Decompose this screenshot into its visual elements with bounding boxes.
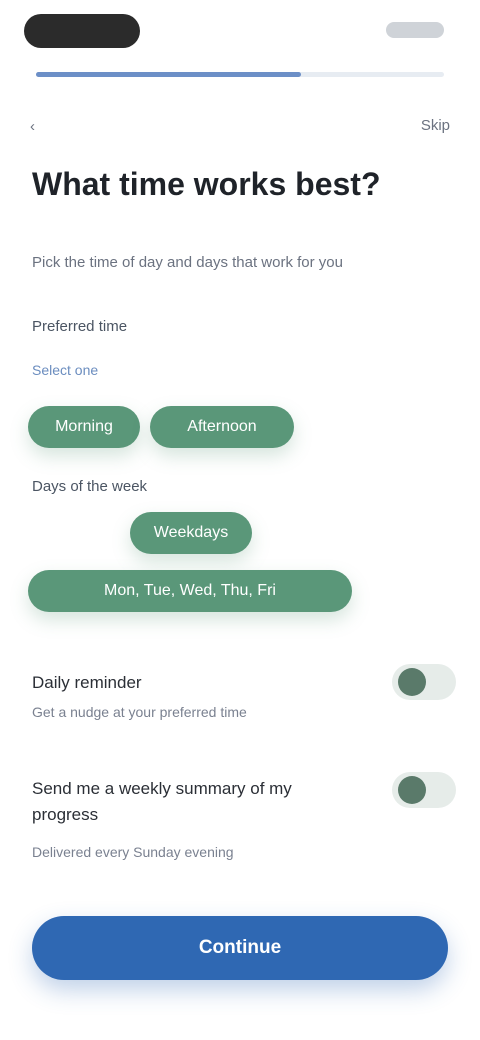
chevron-left-icon: ‹ (30, 117, 35, 135)
time-section-hint: Select one (32, 362, 99, 378)
time-chip-morning[interactable]: Morning (28, 406, 140, 448)
onboarding-progress-bar (36, 72, 444, 77)
toggle-knob (398, 776, 426, 804)
toggle-description: Get a nudge at your preferred time (32, 704, 247, 720)
time-chip-afternoon[interactable]: Afternoon (150, 406, 294, 448)
days-summary-chip[interactable]: Mon, Tue, Wed, Thu, Fri (28, 570, 352, 612)
back-button[interactable]: ‹ (30, 112, 90, 140)
daily-reminder-toggle[interactable] (392, 664, 456, 700)
time-section-label: Preferred time (32, 318, 128, 335)
top-navigation: ‹ Skip (0, 104, 480, 148)
toggle-description: Delivered every Sunday evening (32, 844, 234, 860)
continue-button[interactable]: Continue (32, 916, 448, 980)
toggle-title: Send me a weekly summary of my progress (32, 779, 292, 824)
days-section-label: Days of the week (32, 478, 148, 495)
page-title: What time works best? (32, 166, 381, 202)
status-indicators (386, 22, 444, 38)
skip-button[interactable]: Skip (390, 112, 450, 140)
toggle-row-weekly-summary: Send me a weekly summary of my progress … (32, 776, 352, 862)
progress-fill (36, 72, 302, 77)
weekly-summary-toggle[interactable] (392, 772, 456, 808)
status-bar (0, 0, 480, 62)
days-chip-selected[interactable]: Weekdays (130, 512, 252, 554)
toggle-row-daily-reminder: Daily reminder Get a nudge at your prefe… (32, 670, 452, 722)
status-time-pill (24, 14, 140, 48)
toggle-title: Daily reminder (32, 673, 142, 692)
toggle-knob (398, 668, 426, 696)
page-subtitle: Pick the time of day and days that work … (32, 254, 343, 271)
